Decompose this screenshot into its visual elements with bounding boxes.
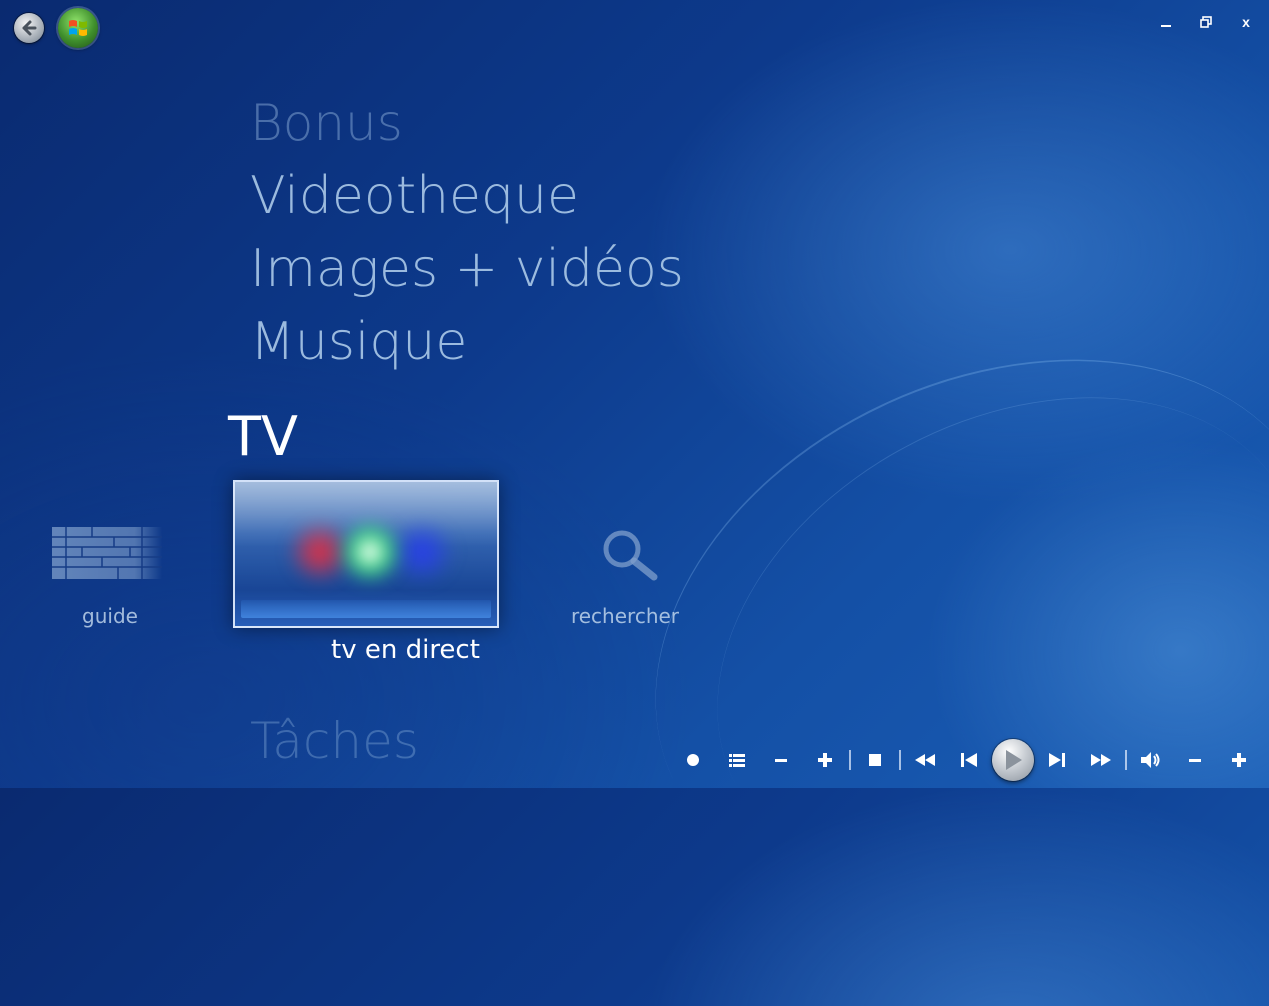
- windows-start-button[interactable]: [58, 8, 98, 48]
- separator: [849, 750, 851, 770]
- list-icon: [729, 754, 745, 767]
- play-button[interactable]: [992, 739, 1034, 781]
- record-button[interactable]: [671, 740, 715, 780]
- menu-item-musique[interactable]: Musique: [250, 312, 467, 372]
- menu-item-videotheque[interactable]: Videotheque: [250, 166, 579, 226]
- background-light-sweep: [632, 300, 1269, 981]
- fast-forward-button[interactable]: [1079, 740, 1123, 780]
- previous-icon: [961, 753, 977, 767]
- fast-forward-icon: [1091, 754, 1111, 766]
- mute-button[interactable]: [1129, 740, 1173, 780]
- next-icon: [1049, 753, 1065, 767]
- green-light: [335, 522, 405, 582]
- background-light-sweep: [566, 255, 1269, 1006]
- close-icon: x: [1242, 14, 1250, 30]
- menu-item-bonus[interactable]: Bonus: [250, 94, 403, 152]
- minimize-button[interactable]: [1157, 10, 1175, 34]
- live-tv-tile[interactable]: [233, 480, 499, 628]
- minus-icon: [1189, 759, 1201, 762]
- separator: [1125, 750, 1127, 770]
- windows-logo-icon: [69, 20, 87, 36]
- previous-button[interactable]: [947, 740, 991, 780]
- transport-controls: [671, 739, 1261, 781]
- minus-icon: [775, 759, 787, 762]
- channel-up-button[interactable]: [803, 740, 847, 780]
- top-left-controls: [14, 8, 98, 48]
- back-arrow-icon: [22, 20, 37, 36]
- restore-icon: [1200, 16, 1212, 28]
- record-icon: [687, 754, 699, 766]
- guide-grid-icon: [52, 527, 162, 579]
- plus-icon: [818, 753, 832, 767]
- window-controls: x: [1157, 10, 1255, 34]
- volume-up-button[interactable]: [1217, 740, 1261, 780]
- restore-button[interactable]: [1197, 10, 1215, 34]
- rewind-icon: [915, 754, 935, 766]
- rewind-button[interactable]: [903, 740, 947, 780]
- tile-reflection-bar: [241, 600, 491, 618]
- list-button[interactable]: [715, 740, 759, 780]
- menu-item-tv-selected[interactable]: TV: [228, 405, 298, 468]
- plus-icon: [1232, 753, 1246, 767]
- search-icon: [603, 530, 658, 581]
- separator: [899, 750, 901, 770]
- speaker-icon: [1141, 752, 1160, 768]
- channel-down-button[interactable]: [759, 740, 803, 780]
- stop-button[interactable]: [853, 740, 897, 780]
- stop-icon: [869, 754, 881, 766]
- guide-label: guide: [82, 604, 138, 628]
- menu-item-images-videos[interactable]: Images + vidéos: [250, 239, 684, 299]
- play-icon: [1006, 750, 1022, 770]
- back-button[interactable]: [14, 13, 44, 43]
- menu-item-taches[interactable]: Tâches: [250, 712, 419, 770]
- search-label: rechercher: [570, 604, 680, 628]
- minimize-icon: [1161, 25, 1171, 27]
- volume-down-button[interactable]: [1173, 740, 1217, 780]
- play-button-wrap[interactable]: [991, 739, 1035, 781]
- close-button[interactable]: x: [1237, 10, 1255, 34]
- live-tv-label: tv en direct: [331, 635, 480, 665]
- next-button[interactable]: [1035, 740, 1079, 780]
